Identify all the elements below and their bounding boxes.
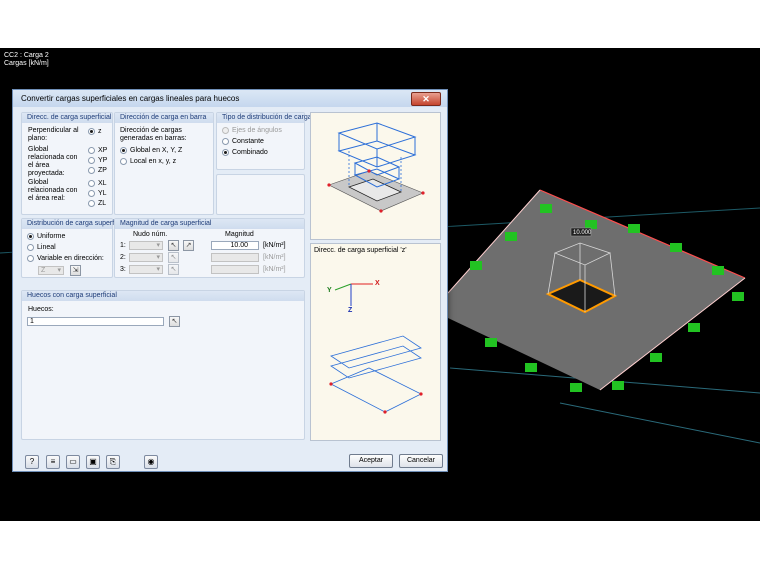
magnitude-header: Magnitud: [225, 231, 254, 238]
radio-global-xyz[interactable]: [120, 147, 127, 154]
load-value-label: 10.000: [573, 230, 592, 236]
magnitude-input-2[interactable]: [211, 253, 259, 262]
group-title: Tipo de distribución de carga: [217, 113, 312, 123]
radio-xl[interactable]: [88, 180, 95, 187]
radio-local-xyz-label: Local en x, y, z: [130, 158, 177, 165]
pick-nodes-button[interactable]: ↗: [183, 240, 194, 251]
radio-z-label: z: [98, 128, 102, 135]
unit-label: [kN/m²]: [263, 254, 286, 261]
radio-zp-label: ZP: [98, 167, 107, 174]
group-title: Huecos con carga superficial: [22, 291, 304, 301]
axis-x-label: X: [375, 280, 380, 287]
direction-select[interactable]: Z ▾: [38, 266, 64, 275]
radio-zl-label: ZL: [98, 200, 107, 207]
export-icon[interactable]: ⎘: [106, 455, 120, 469]
pick-node-1-button[interactable]: ↖: [168, 240, 179, 251]
view-icon[interactable]: ◉: [144, 455, 158, 469]
preview-bottom: Direcc. de carga superficial 'z' Y X Z: [310, 243, 441, 441]
help-icon[interactable]: ?: [25, 455, 39, 469]
radio-linear-label: Lineal: [37, 244, 56, 251]
node-select-2[interactable]: ▾: [129, 253, 163, 262]
chevron-down-icon: ▾: [156, 254, 160, 261]
dialog-titlebar[interactable]: Convertir cargas superficiales en cargas…: [13, 90, 447, 107]
axis-diagram: [329, 283, 423, 414]
surface-load-magnitude-group: Magnitud de carga superficial Nudo núm. …: [114, 218, 305, 278]
surface-load-direction-group: Direcc. de carga superficial Perpendicul…: [21, 112, 113, 215]
axis-y-label: Y: [327, 287, 332, 294]
openings-input[interactable]: 1: [27, 317, 164, 326]
radio-zp[interactable]: [88, 167, 95, 174]
load-case-label: CC2 : Carga 2: [4, 52, 49, 59]
radio-zl[interactable]: [88, 200, 95, 207]
chevron-down-icon: ▾: [156, 266, 160, 273]
radio-yp[interactable]: [88, 157, 95, 164]
row-index: 1:: [120, 242, 126, 249]
magnitude-input-1[interactable]: 10.00: [211, 241, 259, 250]
load-distribution-type-group: Tipo de distribución de carga Ejes de án…: [216, 112, 312, 170]
save-icon[interactable]: ▣: [86, 455, 100, 469]
radio-uniform-label: Uniforme: [37, 233, 66, 240]
radio-xl-label: XL: [98, 180, 107, 187]
openings-group: Huecos con carga superficial Huecos: 1 ↖: [21, 290, 305, 440]
group-title: Direcc. de carga superficial: [22, 113, 112, 123]
units-label: Cargas [kN/m]: [4, 60, 49, 67]
global-projected-label: Global relacionada con el área proyectad…: [28, 146, 78, 177]
chevron-down-icon: ▾: [57, 267, 61, 274]
close-button[interactable]: ✕: [411, 92, 441, 106]
bar-direction-description: Dirección de cargas generadas en barras:: [120, 127, 187, 142]
group-title: Distribución de carga superf.: [22, 219, 116, 229]
axis-z-label: Z: [348, 307, 353, 314]
pick-openings-button[interactable]: ↖: [169, 316, 180, 327]
radio-constant-label: Constante: [232, 138, 264, 145]
radio-yl[interactable]: [88, 190, 95, 197]
radio-constant[interactable]: [222, 138, 229, 145]
pick-direction-button[interactable]: ⇲: [70, 265, 81, 276]
dialog-title: Convertir cargas superficiales en cargas…: [21, 94, 240, 103]
radio-combined[interactable]: [222, 149, 229, 156]
open-icon[interactable]: ▭: [66, 455, 80, 469]
radio-yl-label: YL: [98, 190, 107, 197]
global-real-label: Global relacionada con el área real:: [28, 179, 78, 202]
magnitude-input-3[interactable]: [211, 265, 259, 274]
radio-variable-label: Variable en dirección:: [37, 255, 104, 262]
node-select-3[interactable]: ▾: [129, 265, 163, 274]
perpendicular-label: Perpendicular al plano:: [28, 127, 79, 142]
unit-label: [kN/m²]: [263, 242, 286, 249]
pick-node-2-button[interactable]: ↖: [168, 252, 179, 263]
unit-label: [kN/m²]: [263, 266, 286, 273]
group-title: Magnitud de carga superficial: [115, 219, 304, 229]
row-index: 3:: [120, 266, 126, 273]
node-header: Nudo núm.: [133, 231, 168, 238]
preview-top: [310, 112, 441, 240]
radio-z[interactable]: [88, 128, 95, 135]
radio-angle-axes-label: Ejes de ángulos: [232, 127, 282, 134]
empty-panel: [216, 174, 305, 215]
radio-uniform[interactable]: [27, 233, 34, 240]
radio-xp-label: XP: [98, 147, 108, 154]
radio-combined-label: Combinado: [232, 149, 268, 156]
pick-node-3-button[interactable]: ↖: [168, 264, 179, 275]
chevron-down-icon: ▾: [156, 242, 160, 249]
openings-label: Huecos:: [28, 306, 54, 313]
cancel-button[interactable]: Cancelar: [399, 454, 443, 468]
radio-local-xyz[interactable]: [120, 158, 127, 165]
radio-yp-label: YP: [98, 157, 108, 164]
convert-loads-dialog: Convertir cargas superficiales en cargas…: [12, 89, 448, 472]
radio-global-xyz-label: Global en X, Y, Z: [130, 147, 183, 154]
node-select-1[interactable]: ▾: [129, 241, 163, 250]
radio-angle-axes[interactable]: [222, 127, 229, 134]
units-icon[interactable]: ≡: [46, 455, 60, 469]
radio-variable[interactable]: [27, 255, 34, 262]
radio-linear[interactable]: [27, 244, 34, 251]
group-title: Dirección de carga en barra: [115, 113, 213, 123]
direction-select-value: Z: [41, 267, 46, 274]
load-diagram-icon: [327, 122, 425, 213]
accept-button[interactable]: Aceptar: [349, 454, 393, 468]
row-index: 2:: [120, 254, 126, 261]
surface-load-distribution-group: Distribución de carga superf. Uniforme L…: [21, 218, 116, 278]
radio-xp[interactable]: [88, 147, 95, 154]
bar-load-direction-group: Dirección de carga en barra Dirección de…: [114, 112, 214, 215]
